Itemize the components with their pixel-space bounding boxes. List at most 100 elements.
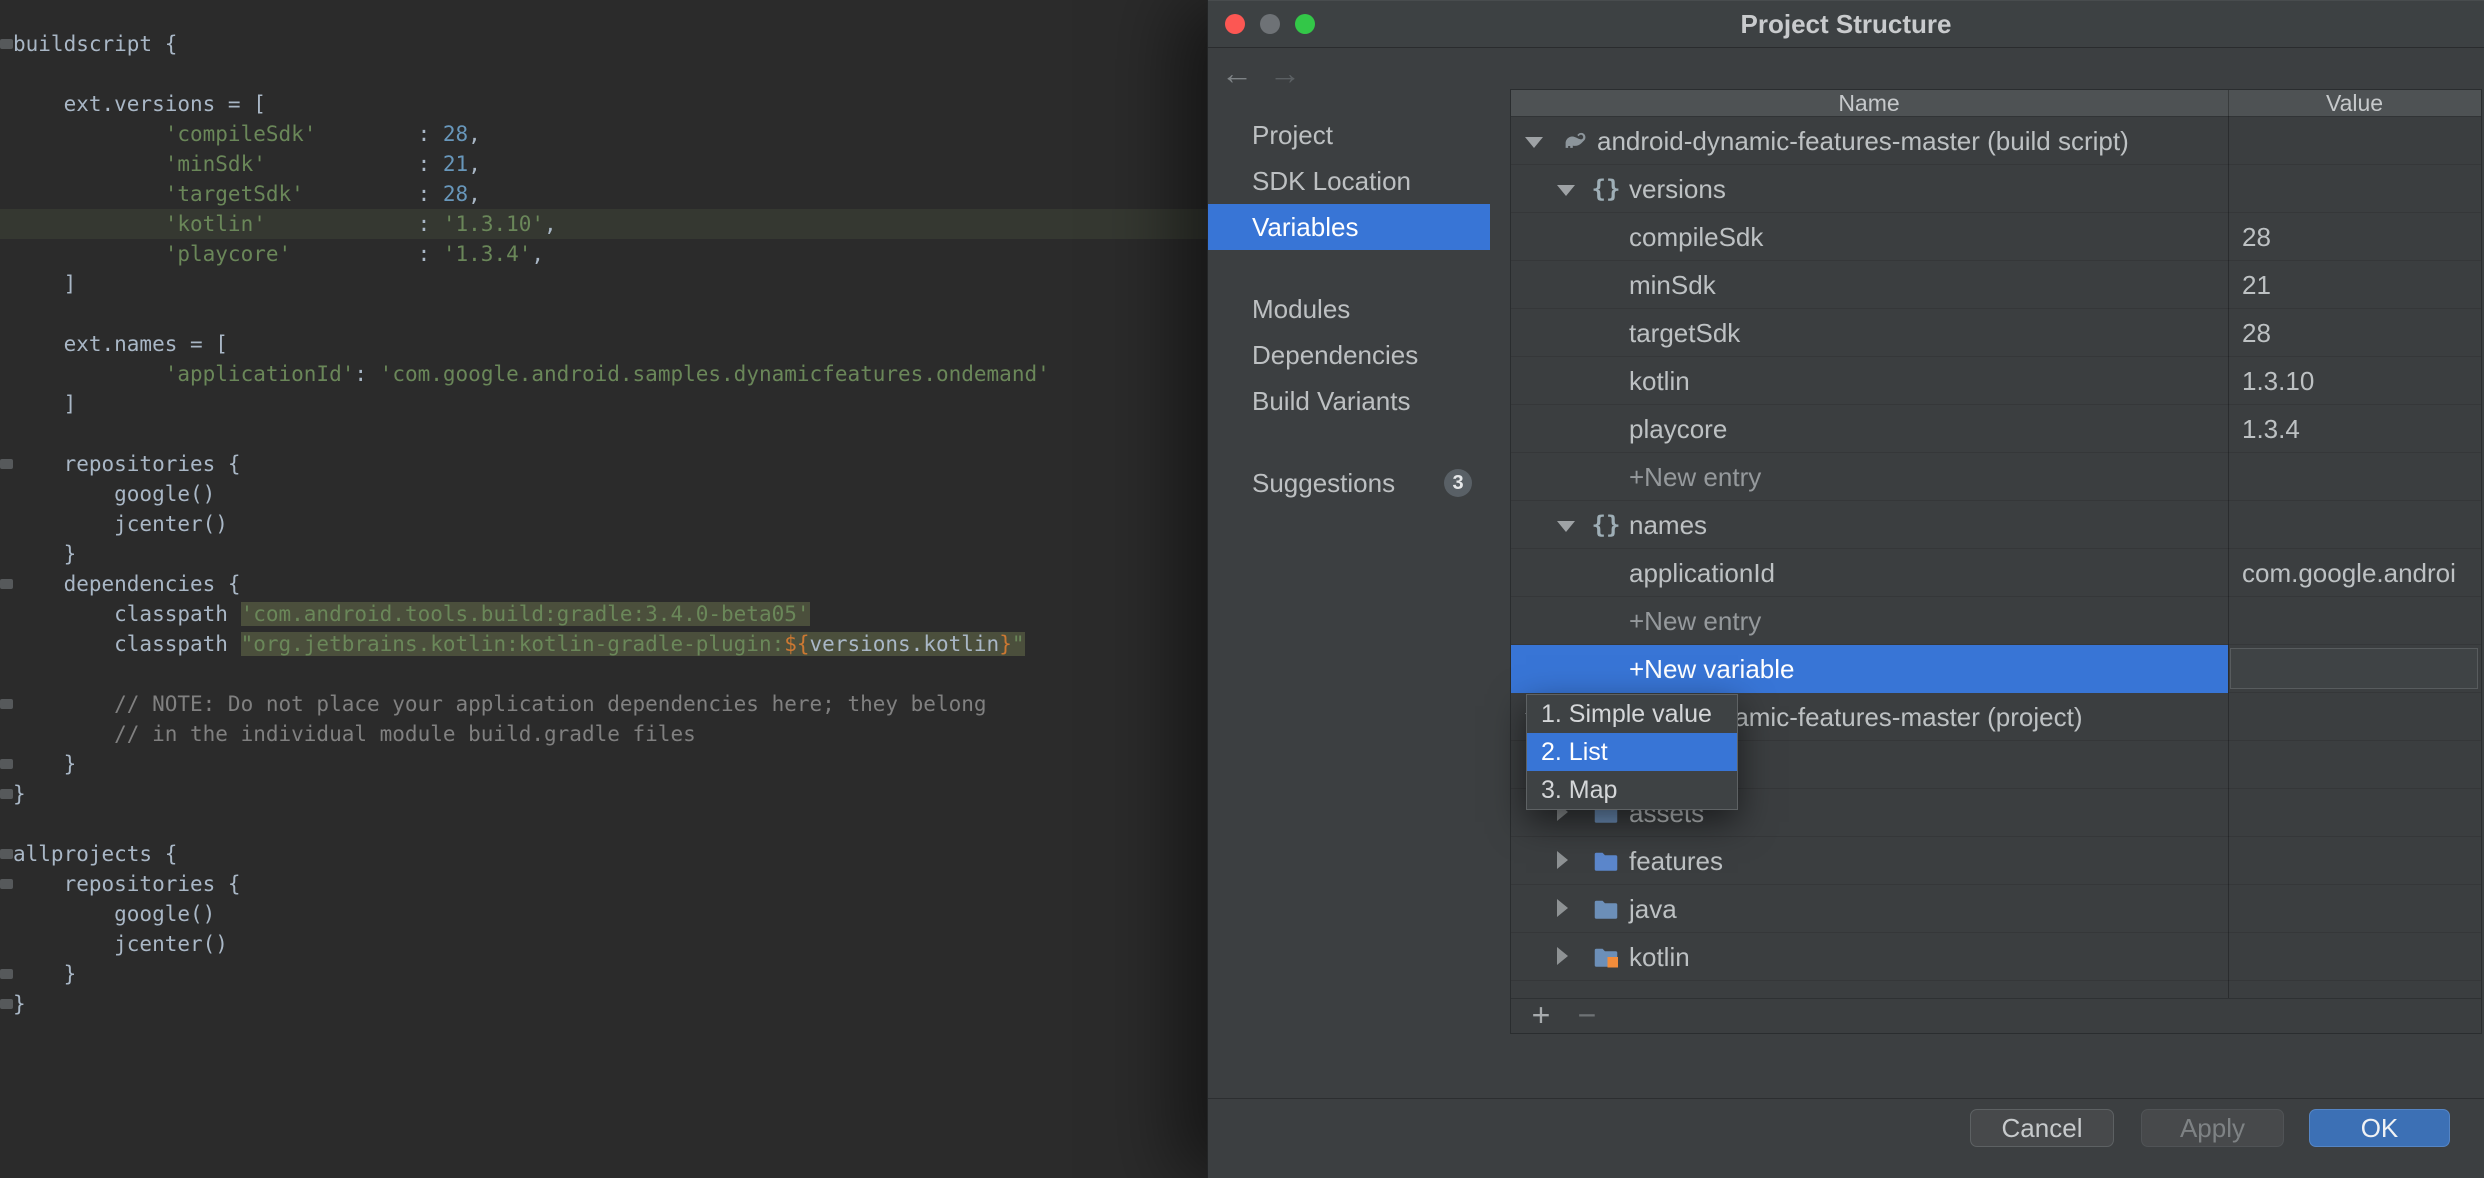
sidebar-item-suggestions[interactable]: Suggestions 3 xyxy=(1208,460,1490,506)
back-icon[interactable]: ← xyxy=(1220,54,1254,92)
code-token: ext.versions = [ xyxy=(13,92,266,116)
chevron-right-icon[interactable] xyxy=(1557,851,1568,869)
selected-row-highlight xyxy=(1511,645,2228,693)
value-editor-cell[interactable] xyxy=(2230,648,2478,689)
code-token: } xyxy=(13,542,77,566)
fold-marker-icon[interactable] xyxy=(0,759,13,769)
braces-icon: {} xyxy=(1591,511,1621,539)
popup-item-3-map[interactable]: 3. Map xyxy=(1527,771,1737,809)
table-row-minsdk[interactable]: minSdk 21 xyxy=(1511,261,2481,309)
fold-marker-icon[interactable] xyxy=(0,39,13,49)
table-row-targetsdk[interactable]: targetSdk 28 xyxy=(1511,309,2481,357)
apply-button[interactable]: Apply xyxy=(2141,1109,2284,1147)
chevron-right-icon[interactable] xyxy=(1557,899,1568,917)
table-row-features[interactable]: features xyxy=(1511,837,2481,885)
code-token: } xyxy=(13,752,77,776)
code-token: '1.3.10' xyxy=(442,212,545,236)
sidebar-item-build-variants[interactable]: Build Variants xyxy=(1208,378,1490,424)
code-token: } xyxy=(13,962,77,986)
dialog-sidebar: ← → Project SDK Location Variables Modules D… xyxy=(1208,48,1490,1178)
fold-marker-icon[interactable] xyxy=(0,459,13,469)
table-row-names[interactable]: {} names xyxy=(1511,501,2481,549)
table-row-versions[interactable]: {} versions xyxy=(1511,165,2481,213)
fold-marker-icon[interactable] xyxy=(0,879,13,889)
row-name: versions xyxy=(1629,174,1726,204)
code-token: " xyxy=(1011,632,1025,656)
table-row-new-variable[interactable]: +New variable xyxy=(1511,645,2481,693)
code-text: buildscript { xyxy=(13,29,177,59)
code-token: jcenter() xyxy=(13,512,228,536)
cancel-button[interactable]: Cancel xyxy=(1970,1109,2114,1147)
row-value[interactable]: 28 xyxy=(2242,213,2477,261)
code-text: 'playcore' : '1.3.4', xyxy=(13,239,544,269)
row-name: names xyxy=(1629,510,1708,540)
row-name: java xyxy=(1629,894,1677,924)
code-token: classpath xyxy=(13,632,241,656)
table-row-playcore[interactable]: playcore 1.3.4 xyxy=(1511,405,2481,453)
forward-icon[interactable]: → xyxy=(1268,54,1302,92)
ok-button[interactable]: OK xyxy=(2309,1109,2450,1147)
row-value[interactable]: 21 xyxy=(2242,261,2477,309)
code-token: : xyxy=(316,122,443,146)
code-token: dependencies { xyxy=(13,572,241,596)
row-name: targetSdk xyxy=(1629,318,1741,348)
code-text: classpath "org.jetbrains.kotlin:kotlin-g… xyxy=(13,629,1025,659)
row-value[interactable]: 1.3.4 xyxy=(2242,405,2477,453)
fold-marker-icon[interactable] xyxy=(0,849,13,859)
fold-marker-icon[interactable] xyxy=(0,999,13,1009)
table-row-new-entry[interactable]: +New entry xyxy=(1511,453,2481,501)
code-token: ext.names = [ xyxy=(13,332,228,356)
table-row-java[interactable]: java xyxy=(1511,885,2481,933)
code-token: , xyxy=(468,182,481,206)
column-header-name[interactable]: Name xyxy=(1511,90,2227,117)
row-name: features xyxy=(1629,846,1723,876)
popup-item-1-simple-value[interactable]: 1. Simple value xyxy=(1527,695,1737,733)
table-row-applicationid[interactable]: applicationId com.google.androi xyxy=(1511,549,2481,597)
remove-icon[interactable]: − xyxy=(1572,996,1602,1034)
code-token: 'compileSdk' xyxy=(164,122,317,146)
row-value[interactable]: 1.3.10 xyxy=(2242,357,2477,405)
table-row-android-dynamic-features-master-build-script[interactable]: android-dynamic-features-master (build s… xyxy=(1511,117,2481,165)
code-text: 'compileSdk' : 28, xyxy=(13,119,481,149)
code-token: 28 xyxy=(442,182,469,206)
code-token: 'kotlin' xyxy=(164,212,266,236)
table-row-kotlin[interactable]: kotlin 1.3.10 xyxy=(1511,357,2481,405)
sidebar-item-project[interactable]: Project xyxy=(1208,112,1490,158)
sidebar-item-sdk-location[interactable]: SDK Location xyxy=(1208,158,1490,204)
code-token: 'targetSdk' xyxy=(164,182,304,206)
code-text: dependencies { xyxy=(13,569,241,599)
fold-marker-icon[interactable] xyxy=(0,699,13,709)
code-token: repositories { xyxy=(13,872,241,896)
table-row-compilesdk[interactable]: compileSdk 28 xyxy=(1511,213,2481,261)
code-token: : xyxy=(265,212,443,236)
table-row-kotlin[interactable]: kotlin xyxy=(1511,933,2481,981)
add-icon[interactable]: + xyxy=(1526,996,1556,1034)
row-value[interactable]: com.google.androi xyxy=(2242,549,2477,597)
row-name: +New entry xyxy=(1629,462,1762,492)
chevron-down-icon[interactable] xyxy=(1525,137,1543,148)
fold-marker-icon[interactable] xyxy=(0,789,13,799)
variables-panel: Name Value android-dynamic-features-mast… xyxy=(1510,89,2482,1034)
fold-marker-icon[interactable] xyxy=(0,579,13,589)
dialog-titlebar[interactable]: Project Structure xyxy=(1208,0,2484,48)
code-text: } xyxy=(13,749,77,779)
chevron-right-icon[interactable] xyxy=(1557,947,1568,965)
row-value[interactable]: 28 xyxy=(2242,309,2477,357)
column-header-value[interactable]: Value xyxy=(2228,90,2481,117)
code-text: classpath 'com.android.tools.build:gradl… xyxy=(13,599,810,629)
chevron-down-icon[interactable] xyxy=(1557,185,1575,196)
sidebar-item-dependencies[interactable]: Dependencies xyxy=(1208,332,1490,378)
fold-marker-icon[interactable] xyxy=(0,969,13,979)
code-token: jcenter() xyxy=(13,932,228,956)
folder-features-icon xyxy=(1591,846,1621,876)
chevron-down-icon[interactable] xyxy=(1557,521,1575,532)
code-token: , xyxy=(468,152,481,176)
sidebar-item-label: Modules xyxy=(1252,294,1351,324)
table-row-new-entry[interactable]: +New entry xyxy=(1511,597,2481,645)
code-token: versions.kotlin xyxy=(809,632,1000,656)
popup-item-2-list[interactable]: 2. List xyxy=(1527,733,1737,771)
sidebar-item-variables[interactable]: Variables xyxy=(1208,204,1490,250)
sidebar-item-modules[interactable]: Modules xyxy=(1208,286,1490,332)
